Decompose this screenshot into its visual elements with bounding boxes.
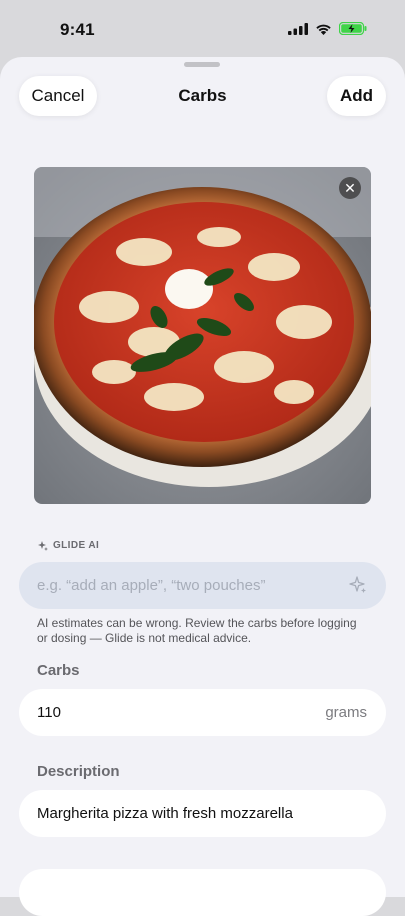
status-time: 9:41 xyxy=(60,20,95,39)
food-photo: ✕ xyxy=(34,167,371,504)
ai-prompt-input[interactable]: e.g. “add an apple”, “two pouches” xyxy=(19,562,386,609)
next-field-partial[interactable] xyxy=(19,869,386,916)
carbs-label: Carbs xyxy=(37,662,80,679)
add-carbs-sheet: Cancel Carbs Add ✕ GLIDE AI e.g. “add an… xyxy=(0,57,405,916)
ai-disclaimer: AI estimates can be wrong. Review the ca… xyxy=(37,616,357,645)
carbs-value: 110 xyxy=(37,704,61,721)
ai-label-text: GLIDE AI xyxy=(53,540,100,551)
description-field[interactable]: Margherita pizza with fresh mozzarella xyxy=(19,790,386,837)
pizza-illustration xyxy=(34,167,371,504)
sparkle-icon xyxy=(38,540,48,551)
carbs-field[interactable]: 110 grams xyxy=(19,689,386,736)
battery-charging-icon xyxy=(338,21,367,40)
description-value: Margherita pizza with fresh mozzarella xyxy=(37,805,293,822)
ai-prompt-placeholder: e.g. “add an apple”, “two pouches” xyxy=(37,577,266,594)
ai-section-label: GLIDE AI xyxy=(38,540,99,551)
sheet-grabber[interactable] xyxy=(184,62,220,67)
status-icons xyxy=(288,21,367,40)
add-button[interactable]: Add xyxy=(327,76,386,116)
remove-photo-button[interactable]: ✕ xyxy=(339,177,361,199)
wifi-icon xyxy=(315,22,332,40)
carbs-unit: grams xyxy=(325,704,367,721)
close-icon: ✕ xyxy=(344,180,356,196)
ai-sparkle-icon[interactable] xyxy=(348,575,368,600)
cellular-signal-icon xyxy=(288,22,308,40)
status-bar: 9:41 xyxy=(0,0,405,58)
description-label: Description xyxy=(37,763,120,780)
